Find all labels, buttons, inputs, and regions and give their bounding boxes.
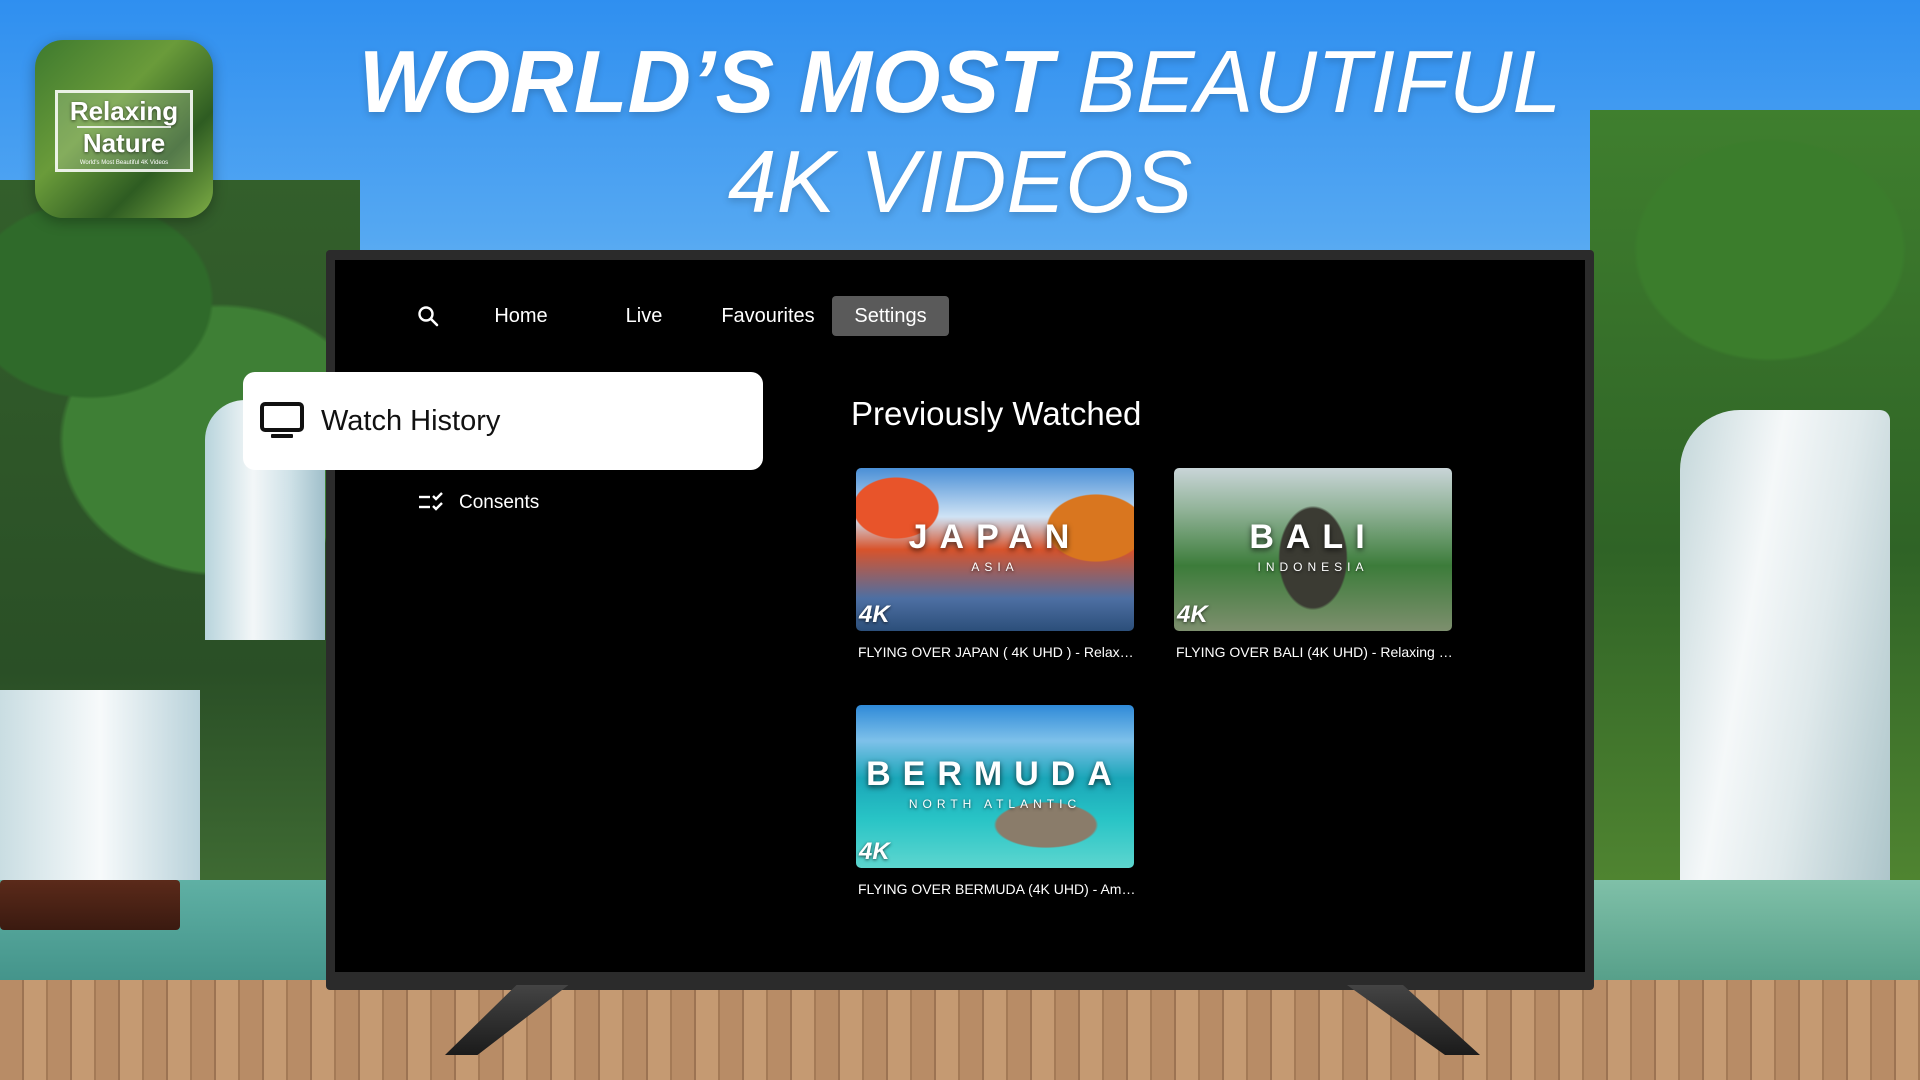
tab-home[interactable]: Home	[466, 296, 576, 336]
thumbnail-subtitle: INDONESIA	[1257, 560, 1369, 574]
4k-badge: 4K	[859, 601, 890, 628]
video-thumbnail: BERMUDA NORTH ATLANTIC 4K	[856, 705, 1134, 868]
promo-headline-bold: WORLD’S MOST	[358, 32, 1053, 131]
background-river-right	[1590, 880, 1920, 980]
promo-headline: WORLD’S MOST BEAUTIFUL 4K VIDEOS	[320, 32, 1600, 232]
background-wooden-deck	[0, 980, 1920, 1080]
thumbnail-title: BERMUDA	[866, 755, 1124, 793]
promo-headline-line2: 4K VIDEOS	[727, 132, 1193, 231]
promo-headline-line1: WORLD’S MOST BEAUTIFUL	[320, 32, 1600, 132]
thumbnail-subtitle: ASIA	[971, 560, 1019, 574]
video-title: FLYING OVER BALI (4K UHD) - Relaxing M…	[1176, 644, 1454, 660]
background-waterfall-right	[1680, 410, 1890, 930]
app-logo-line1: Relaxing	[69, 95, 179, 126]
video-title: FLYING OVER BERMUDA (4K UHD) - Amazi…	[858, 881, 1136, 897]
app-logo: Relaxing Nature World's Most Beautiful 4…	[35, 40, 213, 218]
section-title: Previously Watched	[851, 395, 1142, 432]
video-card-bali[interactable]: BALI INDONESIA 4K FLYING OVER BALI (4K U…	[1174, 468, 1454, 660]
video-title: FLYING OVER JAPAN ( 4K UHD ) - Relaxin…	[858, 644, 1136, 660]
menu-item-consents-label: Consents	[459, 492, 540, 513]
video-card-japan[interactable]: JAPAN ASIA 4K FLYING OVER JAPAN ( 4K UHD…	[856, 468, 1136, 660]
thumbnail-title: JAPAN	[908, 518, 1082, 556]
thumbnail-subtitle: NORTH ATLANTIC	[908, 797, 1082, 811]
tv-icon	[260, 402, 304, 438]
video-card-bermuda[interactable]: BERMUDA NORTH ATLANTIC 4K FLYING OVER BE…	[856, 705, 1136, 897]
tab-favourites[interactable]: Favourites	[712, 296, 824, 336]
checklist-icon	[419, 492, 443, 511]
search-icon[interactable]	[412, 300, 444, 332]
background-boat	[0, 880, 180, 930]
4k-badge: 4K	[1177, 601, 1208, 628]
app-logo-subtitle: World's Most Beautiful 4K Videos	[79, 159, 169, 166]
thumbnail-title: BALI	[1249, 518, 1377, 556]
tab-live[interactable]: Live	[592, 296, 696, 336]
menu-item-watch-history-label: Watch History	[321, 404, 501, 437]
video-thumbnail: JAPAN ASIA 4K	[856, 468, 1134, 631]
app-logo-line2: Nature	[76, 125, 172, 158]
menu-item-watch-history[interactable]: Watch History	[243, 372, 763, 470]
video-thumbnail: BALI INDONESIA 4K	[1174, 468, 1452, 631]
4k-badge: 4K	[859, 838, 890, 865]
tab-settings[interactable]: Settings	[832, 296, 949, 336]
app-logo-plate: Relaxing Nature World's Most Beautiful 4…	[55, 90, 193, 172]
promo-headline-light: BEAUTIFUL	[1077, 32, 1562, 131]
menu-item-consents[interactable]: Consents	[417, 488, 539, 518]
